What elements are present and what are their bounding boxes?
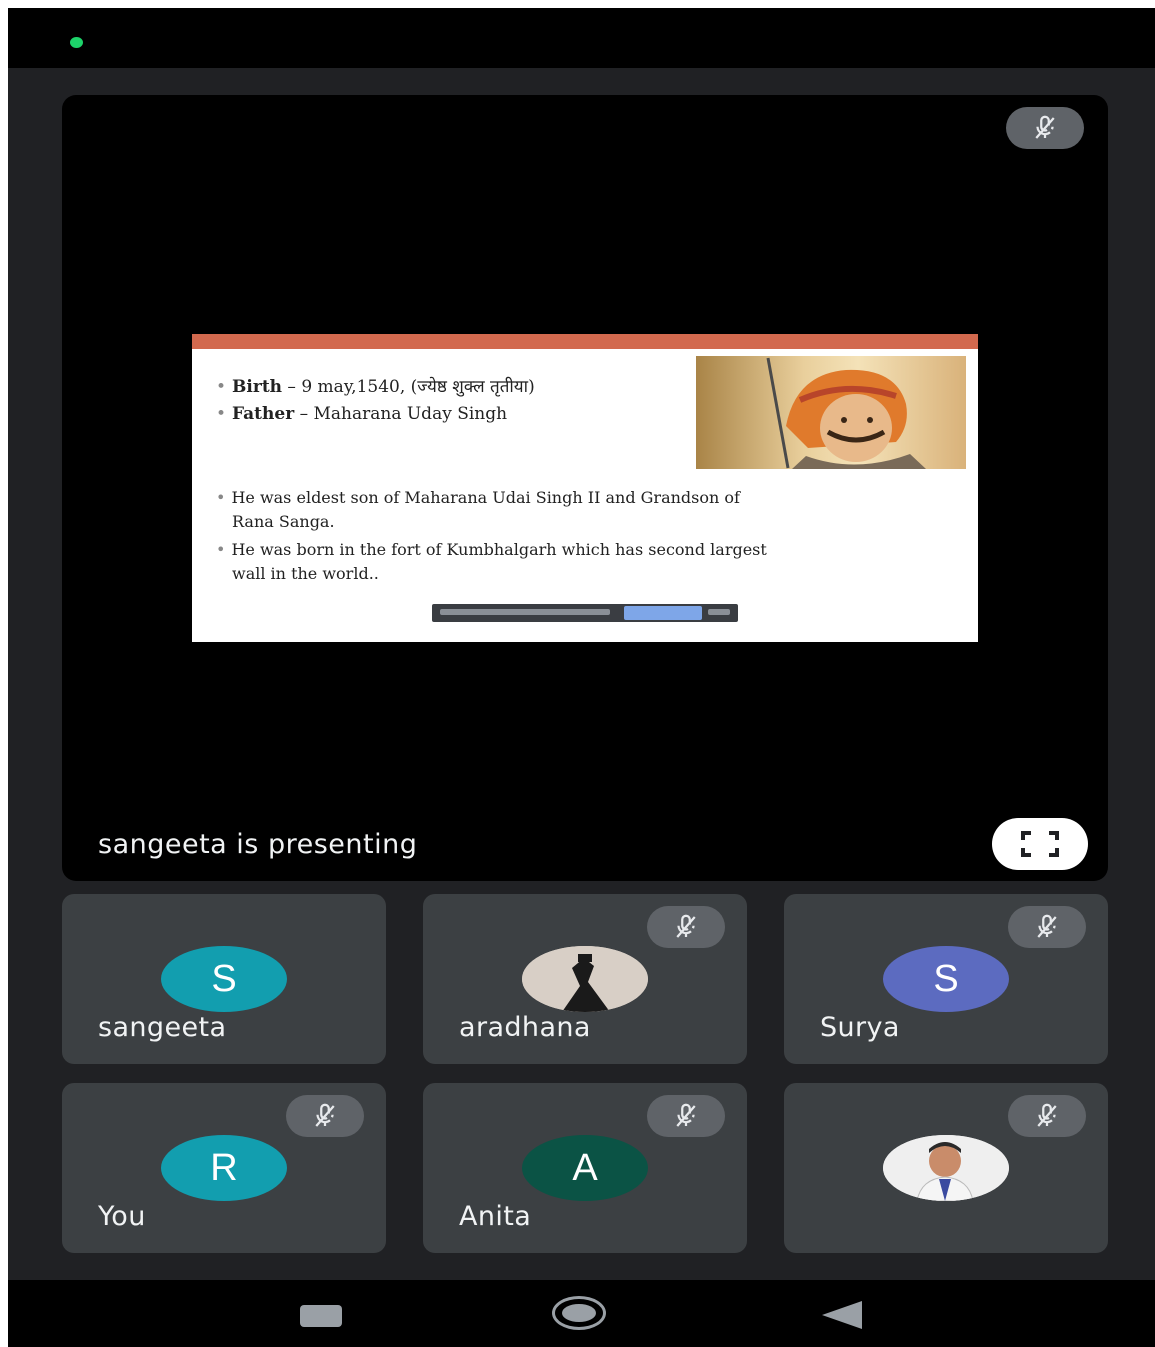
mic-off-icon xyxy=(1008,1095,1086,1137)
fullscreen-button[interactable] xyxy=(992,818,1088,870)
mic-off-icon xyxy=(1006,107,1084,149)
avatar: S xyxy=(883,946,1009,1012)
mic-off-icon xyxy=(286,1095,364,1137)
fullscreen-icon xyxy=(1021,831,1059,857)
camera-indicator-icon xyxy=(70,37,83,48)
hide-button xyxy=(708,609,730,615)
meeting-screen: • Birth – 9 may,1540, (ज्येष्ठ शुक्ल तृती… xyxy=(8,8,1155,1347)
avatar: R xyxy=(161,1135,287,1201)
participant-name: sangeeta xyxy=(98,1012,227,1043)
status-bar xyxy=(8,8,1155,68)
slide-line-father: • Father – Maharana Uday Singh xyxy=(216,404,508,424)
participant-name: Anita xyxy=(459,1201,532,1232)
home-icon[interactable] xyxy=(552,1296,606,1330)
slide-header-band xyxy=(192,334,978,349)
avatar xyxy=(522,946,648,1012)
back-icon[interactable] xyxy=(820,1300,864,1330)
mic-off-icon xyxy=(647,906,725,948)
presenting-label: sangeeta is presenting xyxy=(98,829,418,860)
participant-tile[interactable]: R You xyxy=(62,1083,386,1253)
participant-name: You xyxy=(98,1201,146,1232)
share-bar-text xyxy=(440,609,610,615)
participant-name: aradhana xyxy=(459,1012,591,1043)
participant-tile[interactable] xyxy=(784,1083,1108,1253)
slide-line-born: • He was born in the fort of Kumbhalgarh … xyxy=(216,540,767,559)
recent-apps-icon[interactable] xyxy=(300,1305,342,1327)
stop-sharing-button xyxy=(624,606,702,620)
participant-tile[interactable]: S Surya xyxy=(784,894,1108,1064)
slide-line-birth: • Birth – 9 may,1540, (ज्येष्ठ शुक्ल तृती… xyxy=(216,377,535,397)
mic-off-icon xyxy=(1008,906,1086,948)
presentation-tile[interactable]: • Birth – 9 may,1540, (ज्येष्ठ शुक्ल तृती… xyxy=(62,95,1108,881)
slide-line-sanga: Rana Sanga. xyxy=(232,512,335,531)
participant-tile[interactable]: S sangeeta xyxy=(62,894,386,1064)
shared-slide: • Birth – 9 may,1540, (ज्येष्ठ शुक्ल तृती… xyxy=(192,334,978,642)
participant-tile[interactable]: A Anita xyxy=(423,1083,747,1253)
avatar: A xyxy=(522,1135,648,1201)
participant-tile[interactable]: aradhana xyxy=(423,894,747,1064)
avatar xyxy=(883,1135,1009,1201)
slide-line-son: • He was eldest son of Maharana Udai Sing… xyxy=(216,488,740,507)
system-nav-bar xyxy=(8,1280,1155,1347)
avatar: S xyxy=(161,946,287,1012)
participant-name: Surya xyxy=(820,1012,900,1043)
slide-line-wall: wall in the world.. xyxy=(232,564,379,583)
screen-share-bar xyxy=(432,604,738,622)
mic-off-icon xyxy=(647,1095,725,1137)
portrait-image xyxy=(696,356,966,469)
